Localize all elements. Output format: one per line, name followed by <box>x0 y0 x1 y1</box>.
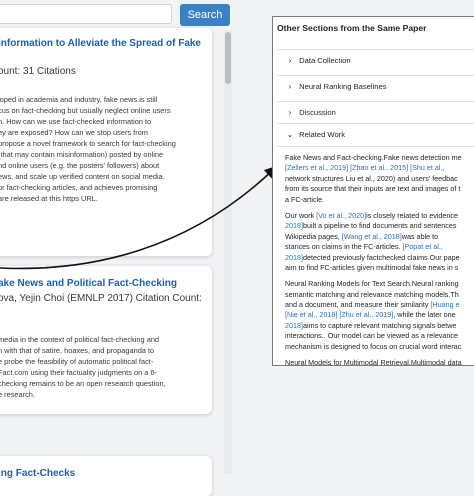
body-line: Neural Models for Multimodal Retrieval.M… <box>285 358 474 366</box>
abstract-line: media in the context of political fact-c… <box>0 335 160 344</box>
body-line: [Nie et al., 2018] [Zhu et al., 2019], w… <box>285 310 474 320</box>
body-line: Wikipedia pages, [Wang et al., 2018]was … <box>285 232 474 242</box>
accordion-discussion[interactable]: › Discussion <box>277 101 474 124</box>
pointer-arrow <box>0 165 278 270</box>
citation-link[interactable]: [Wang et al., 2018] <box>342 232 402 241</box>
body-line: Fake News and Fact-checking.Fake news de… <box>285 153 474 163</box>
body-text: Fake News and Fact-checking.Fake news de… <box>285 153 462 162</box>
body-text: network structures Liu et al., 2020) and… <box>285 173 458 183</box>
body-text: Wikipedia pages, <box>285 231 342 241</box>
result-card: ake News and Political Fact-Checking ova… <box>0 266 212 414</box>
citation-link[interactable]: [Vo et al., 2020] <box>316 211 366 220</box>
abstract-line: loped in academia and industry, fake new… <box>0 95 158 104</box>
accordion-neural-ranking-baselines[interactable]: › Neural Ranking Baselines <box>277 75 474 98</box>
abstract-line: e research. <box>0 390 35 399</box>
body-line: [Zellers et al., 2019] [Zhao et al., 201… <box>285 163 474 173</box>
body-text: aims to capture relevant matching signal… <box>303 320 457 330</box>
accordion-data-collection[interactable]: › Data Collection <box>277 49 474 72</box>
body-text: detected previously factchecked claims.O… <box>303 252 460 262</box>
abstract-line: ey are exposed? How can we stop users fr… <box>0 128 148 137</box>
accordion-related-work[interactable]: ⌄ Related Work <box>277 123 474 147</box>
abstract-line: n with that of satire, hoaxes, and propa… <box>0 346 155 355</box>
citation-link[interactable]: [Popat et al., <box>402 242 442 251</box>
abstract-line: Fact.com using their factuality judgment… <box>0 368 157 377</box>
body-line: semantic matching and relevance matching… <box>285 290 474 300</box>
body-text: was able to <box>401 231 439 241</box>
body-line: Our work [Vo et al., 2020]is closely rel… <box>285 211 474 221</box>
body-text: stances on claims in the FC-articles. <box>285 242 403 252</box>
body-text: is closely related to evidence <box>366 210 458 220</box>
body-line: stances on claims in the FC-articles. [P… <box>285 242 474 252</box>
body-line: interactions.. Our model can be viewed a… <box>285 331 474 341</box>
citation-link[interactable]: 2018] <box>285 253 303 262</box>
chevron-down-icon: ⌄ <box>286 130 294 139</box>
chevron-right-icon: › <box>288 108 292 117</box>
body-text: mechanism is designed to focus on crucia… <box>285 341 462 351</box>
body-text: semantic matching and relevance matching… <box>285 289 459 299</box>
citation-link[interactable]: [Zhu et al., 2019] <box>339 310 393 319</box>
body-text: aim to find FC-articles given multimodal… <box>285 262 459 272</box>
abstract-line: cus on fact-checking but usually neglect… <box>0 106 171 115</box>
chevron-right-icon: › <box>288 82 292 91</box>
accordion-label: Related Work <box>299 130 345 139</box>
body-text: , while the later one <box>393 310 456 320</box>
body-line: a FC-article. <box>285 195 474 205</box>
result-title-link[interactable]: ake News and Political Fact-Checking <box>0 278 212 289</box>
search-bar: Search <box>0 4 232 26</box>
citation-link[interactable]: [Huang e <box>430 300 459 309</box>
body-line: from its source that their inputs are te… <box>285 184 474 194</box>
citation-link[interactable]: [Zellers et al., 2019] <box>285 163 348 172</box>
panel-header: Other Sections from the Same Paper <box>277 23 427 33</box>
body-text: from its source that their inputs are te… <box>285 184 461 194</box>
body-line: network structures Liu et al., 2020) and… <box>285 174 474 184</box>
body-text: Neural Ranking Models for Text Search.Ne… <box>285 279 459 289</box>
related-work-text: Fake News and Fact-checking.Fake news de… <box>285 153 474 366</box>
body-text: interactions.. Our model can be viewed a… <box>285 331 458 341</box>
result-meta: ova, Yejin Choi (EMNLP 2017) Citation Co… <box>0 293 202 304</box>
citation-link[interactable]: 2018] <box>285 321 303 330</box>
chevron-right-icon: › <box>288 56 292 65</box>
body-text: a FC-article. <box>285 194 325 204</box>
body-line: and a document, and measure their simila… <box>285 300 474 310</box>
body-line: 2018]aims to capture relevant matching s… <box>285 321 474 331</box>
search-input[interactable] <box>0 4 172 24</box>
abstract-line: checking remains to be an open research … <box>0 379 166 388</box>
abstract-line: e probe the feasibility of automatic pol… <box>0 357 154 366</box>
citation-link[interactable]: [Zhao et al., 2015] <box>350 163 408 172</box>
accordion-label: Neural Ranking Baselines <box>299 82 387 91</box>
body-line: aim to find FC-articles given multimodal… <box>285 263 474 273</box>
accordion-label: Discussion <box>299 108 336 117</box>
body-line: Neural Ranking Models for Text Search.Ne… <box>285 279 474 289</box>
body-text: Our work <box>285 210 317 220</box>
body-text: built a pipeline to find documents and s… <box>303 221 457 231</box>
citation-link[interactable]: 2018] <box>285 221 303 230</box>
citation-link[interactable]: [Nie et al., 2018] <box>285 310 337 319</box>
body-text: and a document, and measure their simila… <box>285 300 431 310</box>
accordion-label: Data Collection <box>299 56 351 65</box>
abstract-line: (that may contain misinformation) posted… <box>0 150 164 159</box>
abstract-line: n. How can we use fact-checked informati… <box>0 117 152 126</box>
search-button[interactable]: Search <box>180 4 230 26</box>
result-card: ing Fact-Checks <box>0 456 212 496</box>
citation-link[interactable]: [Shu et al., <box>410 163 444 172</box>
result-meta: ount: 31 Citations <box>0 66 76 77</box>
related-sections-panel: Other Sections from the Same Paper › Dat… <box>272 16 474 366</box>
result-abstract: media in the context of political fact-c… <box>0 334 212 400</box>
result-title-link[interactable]: Information to Alleviate the Spread of F… <box>0 38 212 49</box>
abstract-line: propose a novel framework to search for … <box>0 139 176 148</box>
body-text: Neural Models for Multimodal Retrieval.M… <box>285 358 462 366</box>
results-scrollbar-thumb[interactable] <box>225 32 231 84</box>
body-line: 2018]detected previously factchecked cla… <box>285 253 474 263</box>
body-line: 2018]built a pipeline to find documents … <box>285 221 474 231</box>
body-line: mechanism is designed to focus on crucia… <box>285 342 474 352</box>
